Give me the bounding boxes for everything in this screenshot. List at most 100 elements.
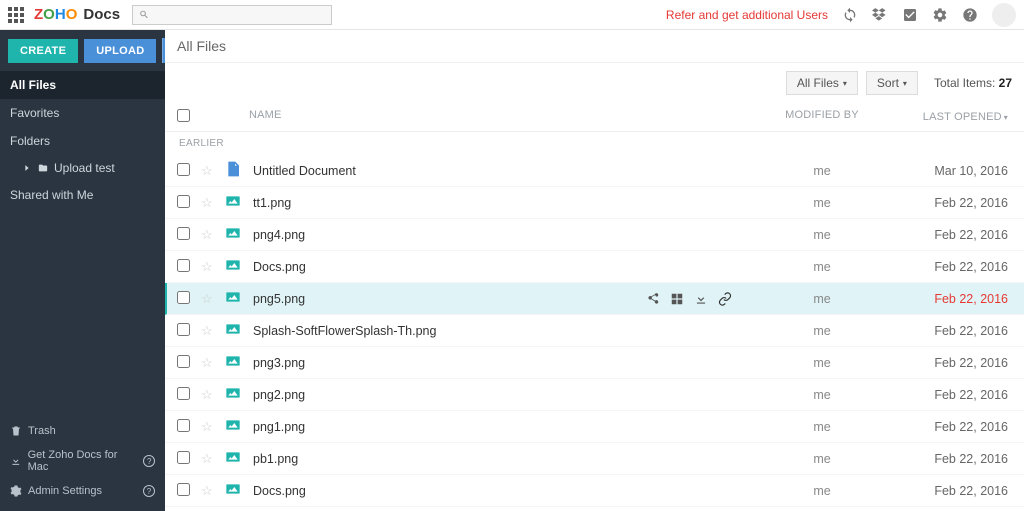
help-badge-icon[interactable]: ? [143,455,155,467]
nav-folders[interactable]: Folders [0,127,165,155]
star-icon[interactable]: ☆ [201,419,213,434]
file-row[interactable]: ☆png2.pngmeFeb 22, 2016 [165,379,1024,411]
row-checkbox[interactable] [177,227,190,240]
file-row[interactable]: ☆png3.pngmeFeb 22, 2016 [165,347,1024,379]
upload-button[interactable]: UPLOAD [84,39,156,63]
file-row[interactable]: ☆ Docs.pngmeFeb 22, 2016 [165,475,1024,507]
col-modified[interactable]: MODIFIED BY [752,109,892,125]
dropbox-icon[interactable] [872,7,888,23]
file-name[interactable]: Docs.png [249,484,752,498]
chevron-down-icon: ▾ [843,79,847,88]
last-opened: Feb 22, 2016 [892,324,1012,338]
toolbar: All Files▾ Sort▾ Total Items: 27 [165,63,1024,103]
row-checkbox[interactable] [177,291,190,304]
file-name[interactable]: Splash-SoftFlowerSplash-Th.png [249,324,752,338]
nav-folder-item[interactable]: Upload test [0,155,165,181]
row-checkbox[interactable] [177,259,190,272]
row-checkbox[interactable] [177,451,190,464]
file-row[interactable]: ☆Docs.pngmeFeb 22, 2016 [165,251,1024,283]
file-name[interactable]: png1.png [249,420,752,434]
trash-icon [10,425,22,437]
row-checkbox[interactable] [177,163,190,176]
file-type-icon [225,193,241,209]
row-checkbox[interactable] [177,323,190,336]
modified-by: me [752,228,892,242]
star-icon[interactable]: ☆ [201,291,213,306]
folder-label: Upload test [54,161,115,175]
file-name[interactable]: png5.png [249,292,646,306]
file-name[interactable]: pb1.png [249,452,752,466]
file-row[interactable]: ☆ png4.pngmeFeb 22, 2016 [165,219,1024,251]
file-row[interactable]: ☆tt1.pngmeFeb 22, 2016 [165,187,1024,219]
nav-favorites[interactable]: Favorites [0,99,165,127]
share-icon[interactable] [646,292,660,306]
help-icon[interactable] [962,7,978,23]
file-name[interactable]: tt1.png [249,196,752,210]
tasks-icon[interactable] [902,7,918,23]
file-rows: ☆Untitled DocumentmeMar 10, 2016☆tt1.png… [165,155,1024,511]
row-checkbox[interactable] [177,195,190,208]
file-name[interactable]: png2.png [249,388,752,402]
row-checkbox[interactable] [177,483,190,496]
file-row[interactable]: ☆png1.pngmeFeb 22, 2016 [165,411,1024,443]
star-icon[interactable]: ☆ [201,451,213,466]
star-icon[interactable]: ☆ [201,163,213,178]
last-opened: Feb 22, 2016 [892,484,1012,498]
sync-icon[interactable] [842,7,858,23]
sort-dropdown[interactable]: Sort▾ [866,71,918,95]
nav-shared[interactable]: Shared with Me [0,181,165,209]
col-name[interactable]: NAME [249,109,752,125]
filter-dropdown[interactable]: All Files▾ [786,71,858,95]
star-icon[interactable]: ☆ [201,483,213,498]
star-icon[interactable]: ☆ [201,387,213,402]
table-header: NAME MODIFIED BY LAST OPENED▾ [165,103,1024,132]
row-checkbox[interactable] [177,419,190,432]
avatar[interactable] [992,3,1016,27]
file-row[interactable]: ☆pb1.pngmeFeb 22, 2016 [165,443,1024,475]
file-row[interactable]: ☆Untitled DocumentmeMar 10, 2016 [165,155,1024,187]
file-row[interactable]: ☆mpg-100mb - Copy (6).mpgmeFeb 22, 2016 [165,507,1024,511]
sb-getapp[interactable]: Get Zoho Docs for Mac ? [0,443,165,479]
content: All Files All Files▾ Sort▾ Total Items: … [165,30,1024,511]
star-icon[interactable]: ☆ [201,323,213,338]
sb-admin[interactable]: Admin Settings ? [0,479,165,503]
total-items: Total Items: 27 [934,76,1012,90]
search-icon [139,9,149,20]
file-type-icon [225,449,241,465]
organize-icon[interactable] [670,292,684,306]
page-title: All Files [165,30,1024,63]
settings-icon[interactable] [932,7,948,23]
modified-by: me [752,484,892,498]
search-input[interactable] [153,9,325,21]
modified-by: me [752,452,892,466]
create-button[interactable]: CREATE [8,39,78,63]
sb-trash[interactable]: Trash [0,419,165,443]
last-opened: Feb 22, 2016 [892,196,1012,210]
file-type-icon [225,353,241,369]
refer-link[interactable]: Refer and get additional Users [666,8,828,22]
file-name[interactable]: png4.png [249,228,752,242]
file-name[interactable]: Docs.png [249,260,752,274]
file-row[interactable]: ☆png5.pngmeFeb 22, 2016 [165,283,1024,315]
file-type-icon [225,321,241,337]
last-opened: Feb 22, 2016 [892,228,1012,242]
file-type-icon [225,289,241,305]
col-opened[interactable]: LAST OPENED▾ [892,109,1012,125]
file-name[interactable]: Untitled Document [249,164,752,178]
chevron-right-icon [22,163,32,173]
search-box[interactable] [132,5,332,25]
file-name[interactable]: png3.png [249,356,752,370]
star-icon[interactable]: ☆ [201,195,213,210]
select-all-checkbox[interactable] [177,109,190,122]
star-icon[interactable]: ☆ [201,259,213,274]
star-icon[interactable]: ☆ [201,227,213,242]
nav-all-files[interactable]: All Files [0,71,165,99]
star-icon[interactable]: ☆ [201,355,213,370]
file-row[interactable]: ☆Splash-SoftFlowerSplash-Th.pngmeFeb 22,… [165,315,1024,347]
apps-grid-icon[interactable] [8,7,24,23]
help-badge-icon[interactable]: ? [143,485,155,497]
row-checkbox[interactable] [177,387,190,400]
link-icon[interactable] [718,292,732,306]
row-checkbox[interactable] [177,355,190,368]
download-icon[interactable] [694,292,708,306]
